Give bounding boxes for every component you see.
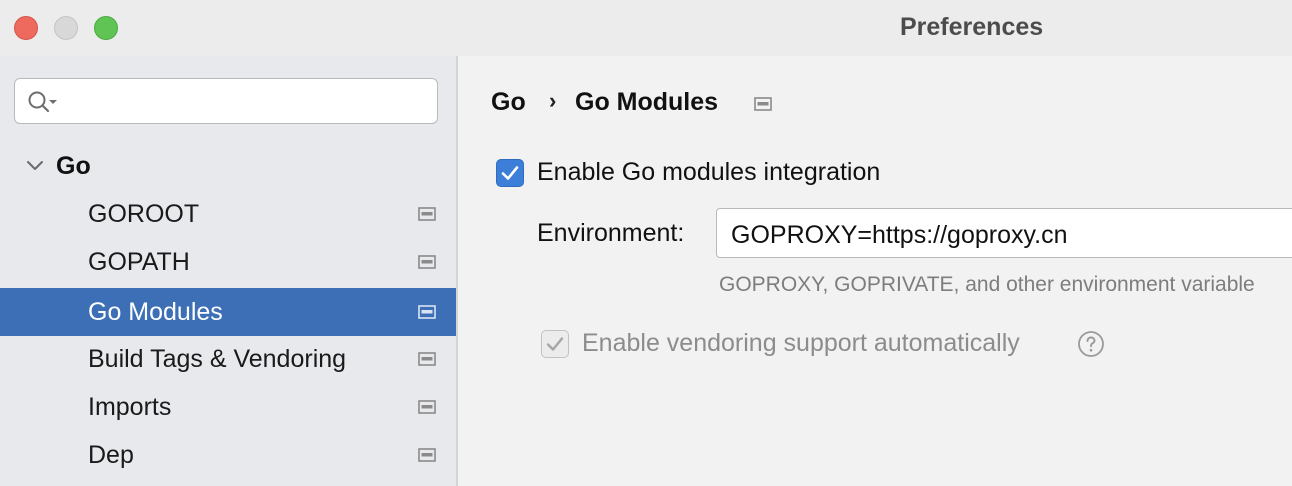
environment-input[interactable] <box>729 219 1292 251</box>
environment-field[interactable] <box>716 208 1292 258</box>
project-settings-icon <box>418 400 436 414</box>
help-icon[interactable] <box>1077 330 1105 358</box>
sidebar-item-label: Dep <box>88 441 134 469</box>
settings-sidebar: Go GOROOT GOPATH Go Modules Build Tags &… <box>0 56 458 486</box>
sidebar-item-goroot[interactable]: GOROOT <box>0 190 456 238</box>
enable-vendoring-checkbox[interactable] <box>541 330 569 358</box>
sidebar-item-dep[interactable]: Dep <box>0 431 456 479</box>
sidebar-item-imports[interactable]: Imports <box>0 383 456 431</box>
preferences-window: Preferences Go GOROOT GOPATH Go Modules … <box>0 0 1292 486</box>
title-bar: Preferences <box>0 0 1292 56</box>
enable-go-modules-checkbox[interactable] <box>496 159 524 187</box>
sidebar-item-label: GOPATH <box>88 248 190 276</box>
sidebar-item-label: GOROOT <box>88 200 200 228</box>
project-settings-icon <box>418 352 436 366</box>
tree-node-go-label: Go <box>56 152 91 180</box>
checkmark-icon <box>546 337 564 351</box>
minimize-window-button[interactable] <box>54 16 78 40</box>
project-settings-icon <box>754 97 772 111</box>
sidebar-item-go-modules[interactable]: Go Modules <box>0 288 456 336</box>
project-settings-icon <box>418 255 436 269</box>
maximize-window-button[interactable] <box>94 16 118 40</box>
window-title: Preferences <box>900 13 1044 41</box>
settings-search-input[interactable] <box>67 87 431 117</box>
breadcrumb-current: Go Modules <box>575 88 719 116</box>
breadcrumb-parent[interactable]: Go <box>491 88 526 117</box>
sidebar-item-label: Go Modules <box>88 298 223 326</box>
project-settings-icon <box>418 448 436 462</box>
project-settings-icon <box>418 207 436 221</box>
checkmark-icon <box>501 166 519 180</box>
environment-label: Environment: <box>537 219 685 247</box>
search-icon[interactable] <box>27 90 61 114</box>
tree-node-go[interactable]: Go <box>0 144 456 190</box>
sidebar-item-gopath[interactable]: GOPATH <box>0 238 456 286</box>
settings-content-panel: Go › Go Modules Enable Go modules integr… <box>458 56 1292 486</box>
settings-search-box[interactable] <box>14 78 438 124</box>
sidebar-item-label: Imports <box>88 393 172 421</box>
chevron-down-icon[interactable] <box>26 159 44 173</box>
close-window-button[interactable] <box>14 16 38 40</box>
enable-vendoring-label: Enable vendoring support automatically <box>582 329 1020 357</box>
enable-go-modules-label[interactable]: Enable Go modules integration <box>537 158 880 187</box>
sidebar-item-build-tags-vendoring[interactable]: Build Tags & Vendoring <box>0 335 456 383</box>
project-settings-icon <box>418 305 436 319</box>
breadcrumb-separator: › <box>549 88 557 113</box>
sidebar-item-label: Build Tags & Vendoring <box>88 345 347 373</box>
environment-hint: GOPROXY, GOPRIVATE, and other environmen… <box>719 273 1255 296</box>
